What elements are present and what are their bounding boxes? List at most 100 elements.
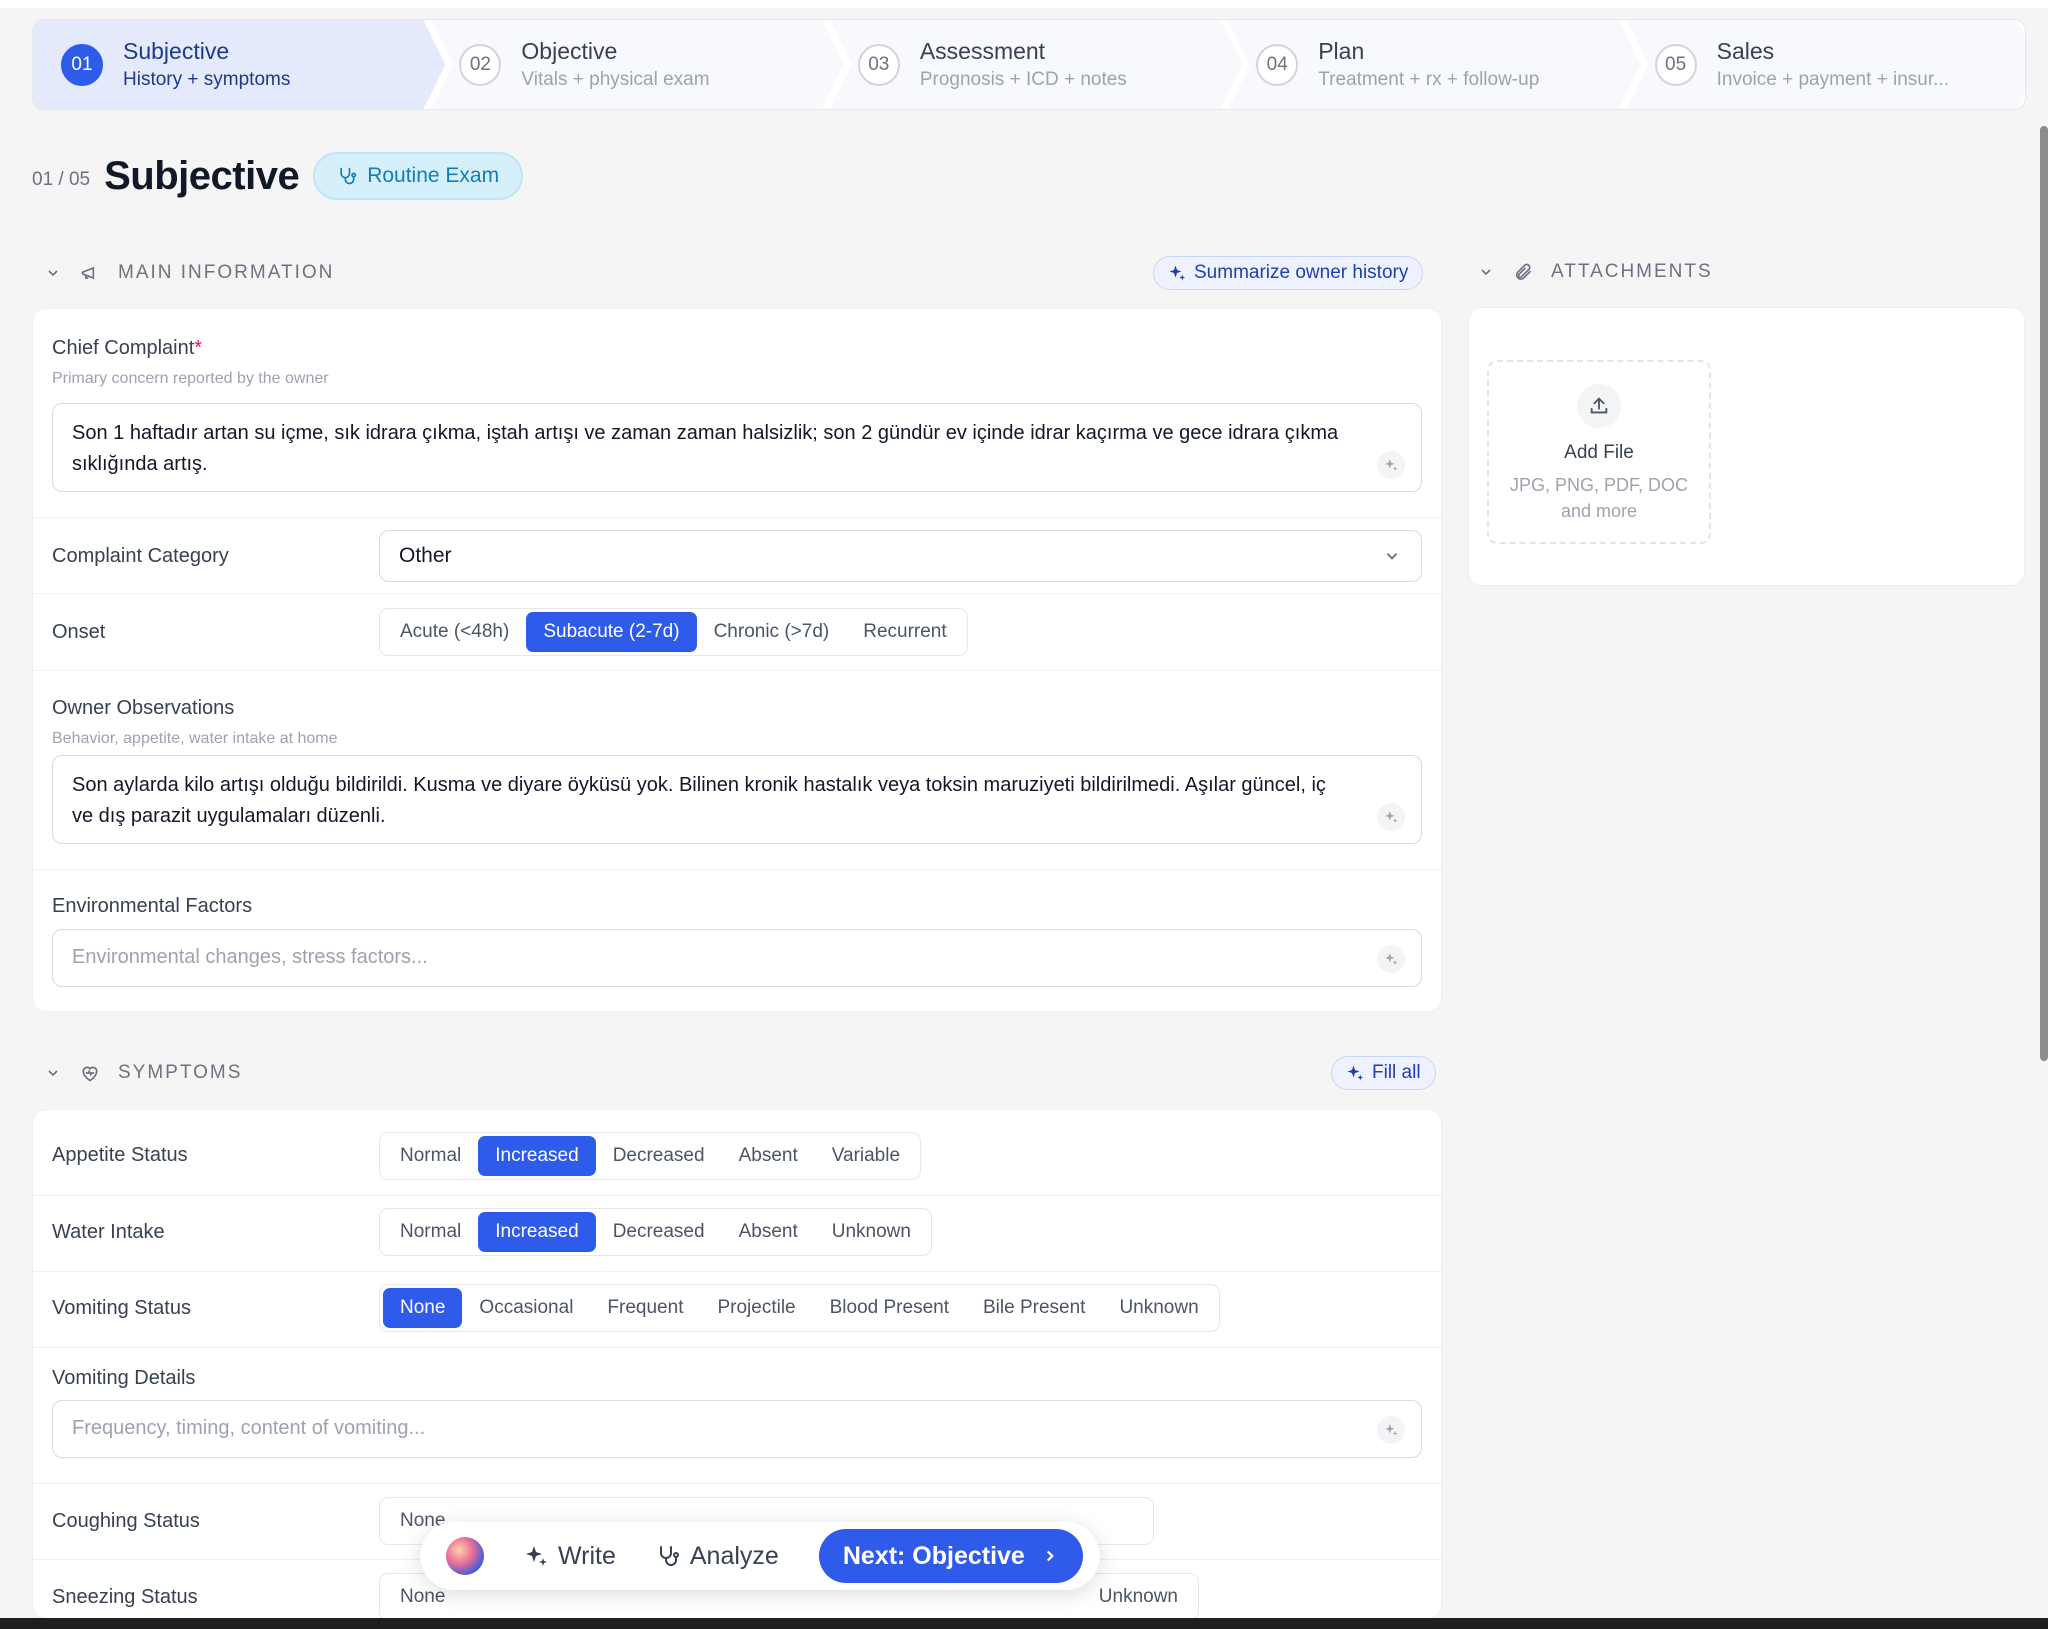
attachments-header[interactable]: ATTACHMENTS [1477,261,1713,283]
ai-sparkle-icon[interactable] [1377,945,1405,973]
appetite-label: Appetite Status [52,1144,188,1166]
coughing-status-label: Coughing Status [52,1510,200,1532]
appetite-option[interactable]: Normal [383,1136,478,1176]
appetite-option[interactable]: Variable [815,1136,917,1176]
complaint-category-select[interactable]: Other [379,530,1422,582]
vomiting-option[interactable]: Frequent [590,1288,700,1328]
appetite-option[interactable]: Absent [722,1136,815,1176]
assistant-orb-icon[interactable] [446,1537,484,1575]
appetite-option[interactable]: Decreased [596,1136,722,1176]
chevron-right-icon [1046,1550,1054,1562]
complaint-category-value: Other [399,544,452,567]
sparkles-icon [1347,1065,1364,1081]
water-intake-segmented: Normal Increased Decreased Absent Unknow… [379,1208,932,1256]
environmental-factors-label: Environmental Factors [52,895,253,917]
chevron-down-icon [1481,269,1491,276]
chevron-down-icon [48,1070,58,1077]
megaphone-icon [81,266,95,280]
step-number: 05 [1655,44,1697,86]
section-title: MAIN INFORMATION [118,262,335,283]
onset-row: Onset Acute (<48h) Subacute (2-7d) Chron… [33,593,1441,670]
water-option[interactable]: Decreased [596,1212,722,1252]
step-number: 02 [459,44,501,86]
step-assessment[interactable]: 03 Assessment Prognosis + ICD + notes [830,20,1242,109]
ai-sparkle-icon[interactable] [1377,451,1405,479]
onset-option[interactable]: Recurrent [846,612,963,652]
water-option[interactable]: Unknown [815,1212,928,1252]
top-strip [0,0,2048,8]
heart-pulse-icon [82,1066,98,1082]
next-label: Next: Objective [842,1541,1025,1570]
fill-all-button[interactable]: Fill all [1331,1056,1436,1090]
step-subjective[interactable]: 01 Subjective History + symptoms [33,20,445,109]
water-option-selected[interactable]: Increased [478,1212,596,1252]
appetite-segmented: Normal Increased Decreased Absent Variab… [379,1132,922,1180]
sparkles-icon [526,1546,547,1566]
owner-observations-input[interactable]: Son aylarda kilo artışı olduğu bildirild… [52,755,1422,844]
vomiting-status-label: Vomiting Status [52,1297,191,1319]
symptoms-header[interactable]: SYMPTOMS [44,1062,242,1084]
step-subtitle: Treatment + rx + follow-up [1318,69,1540,90]
write-label: Write [558,1541,616,1570]
page-title: Subjective [104,153,300,198]
section-title: SYMPTOMS [118,1062,243,1083]
step-sales[interactable]: 05 Sales Invoice + payment + insur... [1627,20,2026,109]
page-count: 01 / 05 [32,169,91,190]
sneezing-status-label: Sneezing Status [52,1586,198,1608]
onset-option[interactable]: Chronic (>7d) [697,612,847,652]
owner-observations-value: Son aylarda kilo artışı olduğu bildirild… [72,774,1326,827]
environmental-factors-placeholder: Environmental changes, stress factors... [72,946,428,968]
step-title: Objective [521,38,618,64]
section-title: ATTACHMENTS [1551,261,1713,282]
step-number: 03 [858,44,900,86]
vomiting-option-selected[interactable]: None [383,1288,463,1328]
summarize-owner-history-button[interactable]: Summarize owner history [1153,256,1424,290]
sneezing-option[interactable]: Unknown [1082,1577,1195,1617]
analyze-button[interactable]: Analyze [656,1542,779,1571]
owner-observations-label: Owner Observations [52,697,235,719]
water-option[interactable]: Normal [383,1212,478,1252]
stethoscope-icon [659,1546,679,1566]
vomiting-segmented: None Occasional Frequent Projectile Bloo… [379,1284,1220,1332]
water-option[interactable]: Absent [722,1212,815,1252]
vomiting-details-label: Vomiting Details [52,1367,196,1389]
routine-exam-badge[interactable]: Routine Exam [313,152,524,200]
ai-sparkle-icon[interactable] [1377,1416,1405,1444]
scrollbar[interactable] [2040,126,2048,1061]
vomiting-details-row: Vomiting Details Frequency, timing, cont… [33,1347,1441,1483]
step-subtitle: Invoice + payment + insur... [1716,69,1949,90]
environmental-factors-input[interactable]: Environmental changes, stress factors... [52,929,1422,987]
vomiting-option[interactable]: Unknown [1102,1288,1215,1328]
vomiting-option[interactable]: Blood Present [813,1288,966,1328]
upload-icon [1577,384,1621,428]
vomiting-details-input[interactable]: Frequency, timing, content of vomiting..… [52,1400,1422,1458]
step-subtitle: History + symptoms [123,69,291,90]
step-subtitle: Vitals + physical exam [521,69,710,90]
vomiting-option[interactable]: Projectile [700,1288,812,1328]
bottom-edge [0,1618,2048,1629]
add-file-label: Add File [1564,442,1634,463]
vomiting-details-placeholder: Frequency, timing, content of vomiting..… [72,1417,426,1439]
summarize-label: Summarize owner history [1194,262,1409,283]
add-file-dropzone[interactable]: Add File JPG, PNG, PDF, DOC and more [1487,360,1711,544]
attachments-card: Add File JPG, PNG, PDF, DOC and more [1468,307,2025,586]
step-plan[interactable]: 04 Plan Treatment + rx + follow-up [1228,20,1640,109]
next-objective-button[interactable]: Next: Objective [818,1529,1083,1583]
stethoscope-icon [340,167,357,185]
vomiting-option[interactable]: Bile Present [966,1288,1102,1328]
onset-option-selected[interactable]: Subacute (2-7d) [526,612,697,652]
badge-label: Routine Exam [367,164,500,187]
ai-sparkle-icon[interactable] [1377,803,1405,831]
water-intake-label: Water Intake [52,1221,165,1243]
page-header: 01 / 05 Subjective Routine Exam [32,152,524,200]
write-button[interactable]: Write [524,1542,616,1571]
chief-complaint-input[interactable]: Son 1 haftadır artan su içme, sık idrara… [52,403,1422,492]
complaint-category-row: Complaint Category Other [33,517,1441,593]
onset-option[interactable]: Acute (<48h) [383,612,526,652]
step-objective[interactable]: 02 Objective Vitals + physical exam [431,20,843,109]
chief-complaint-hint: Primary concern reported by the owner [52,370,329,387]
appetite-option-selected[interactable]: Increased [478,1136,596,1176]
water-intake-row: Water Intake Normal Increased Decreased … [33,1195,1441,1271]
vomiting-option[interactable]: Occasional [462,1288,590,1328]
main-info-header[interactable]: MAIN INFORMATION [44,262,334,284]
